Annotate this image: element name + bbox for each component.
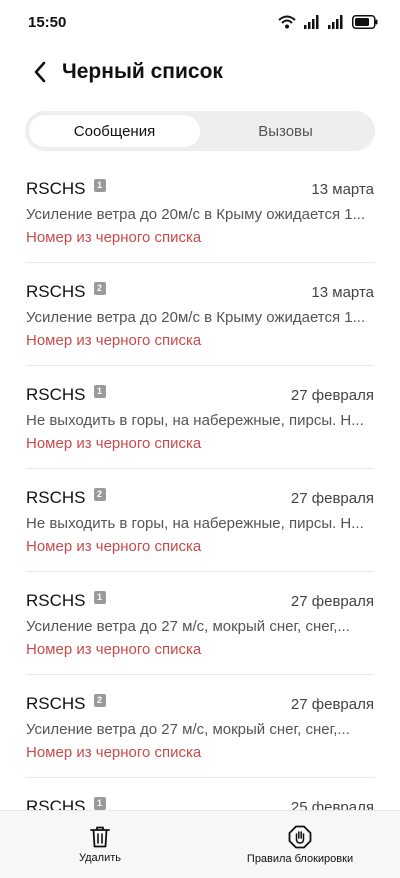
sim-badge: 1 xyxy=(93,384,106,398)
blocked-status: Номер из черного списка xyxy=(26,435,202,452)
sender-name: RSCHS xyxy=(26,282,86,301)
blocked-status: Номер из черного списка xyxy=(26,641,202,658)
bottom-action-bar: Удалить Правила блокировки xyxy=(0,810,400,878)
page-title: Черный список xyxy=(62,60,223,83)
trash-icon xyxy=(90,826,110,847)
sim-badge: 2 xyxy=(93,693,106,707)
message-preview: Не выходить в горы, на набережные, пирсы… xyxy=(26,515,364,532)
sender-name: RSCHS xyxy=(26,694,86,713)
sender-name: RSCHS xyxy=(26,488,86,507)
message-preview: Усиление ветра до 27 м/с, мокрый снег, с… xyxy=(26,618,350,635)
delete-label: Удалить xyxy=(79,851,121,864)
message-date: 27 февраля xyxy=(290,489,374,507)
chevron-left-icon xyxy=(34,61,46,83)
message-preview: Усиление ветра до 20м/с в Крыму ожидаетс… xyxy=(26,309,366,326)
message-date: 27 февраля xyxy=(290,695,374,713)
status-time: 15:50 xyxy=(28,13,67,31)
battery-icon xyxy=(352,15,378,29)
sim-badge: 1 xyxy=(93,178,106,192)
message-date: 27 февраля xyxy=(290,386,374,404)
blocked-status: Номер из черного списка xyxy=(26,332,202,349)
status-icons xyxy=(278,15,378,29)
list-item[interactable]: RSCHS 1 13 марта Усиление ветра до 20м/с… xyxy=(26,160,374,263)
block-hand-icon xyxy=(288,825,312,848)
delete-button[interactable]: Удалить xyxy=(0,811,200,878)
sim-badge: 1 xyxy=(93,590,106,604)
signal-icon xyxy=(328,15,343,29)
message-preview: Не выходить в горы, на набережные, пирсы… xyxy=(26,412,364,429)
wifi-icon xyxy=(278,15,296,29)
signal-icon xyxy=(304,15,319,29)
message-date: 27 февраля xyxy=(290,592,374,610)
message-list: RSCHS 1 13 марта Усиление ветра до 20м/с… xyxy=(0,160,400,878)
message-preview: Усиление ветра до 27 м/с, мокрый снег, с… xyxy=(26,721,350,738)
sender-name: RSCHS xyxy=(26,179,86,198)
sender-name: RSCHS xyxy=(26,591,86,610)
tab-messages[interactable]: Сообщения xyxy=(29,115,200,147)
tab-calls[interactable]: Вызовы xyxy=(200,115,371,147)
block-rules-button[interactable]: Правила блокировки xyxy=(200,811,400,878)
sender-name: RSCHS xyxy=(26,385,86,404)
blocked-status: Номер из черного списка xyxy=(26,538,202,555)
message-date: 13 марта xyxy=(311,180,374,198)
header: Черный список xyxy=(0,50,400,94)
status-bar: 15:50 xyxy=(0,0,400,44)
sim-badge: 1 xyxy=(93,796,106,810)
list-item[interactable]: RSCHS 1 27 февраля Усиление ветра до 27 … xyxy=(26,572,374,675)
message-preview: Усиление ветра до 20м/с в Крыму ожидаетс… xyxy=(26,206,366,223)
list-item[interactable]: RSCHS 2 27 февраля Не выходить в горы, н… xyxy=(26,469,374,572)
tabs: Сообщения Вызовы xyxy=(25,111,375,151)
list-item[interactable]: RSCHS 2 27 февраля Усиление ветра до 27 … xyxy=(26,675,374,778)
message-date: 13 марта xyxy=(311,283,374,301)
blocked-status: Номер из черного списка xyxy=(26,744,202,761)
back-button[interactable] xyxy=(18,50,62,94)
sim-badge: 2 xyxy=(93,281,106,295)
block-rules-label: Правила блокировки xyxy=(246,852,354,865)
list-item[interactable]: RSCHS 1 27 февраля Не выходить в горы, н… xyxy=(26,366,374,469)
sim-badge: 2 xyxy=(93,487,106,501)
blocked-status: Номер из черного списка xyxy=(26,229,202,246)
list-item[interactable]: RSCHS 2 13 марта Усиление ветра до 20м/с… xyxy=(26,263,374,366)
